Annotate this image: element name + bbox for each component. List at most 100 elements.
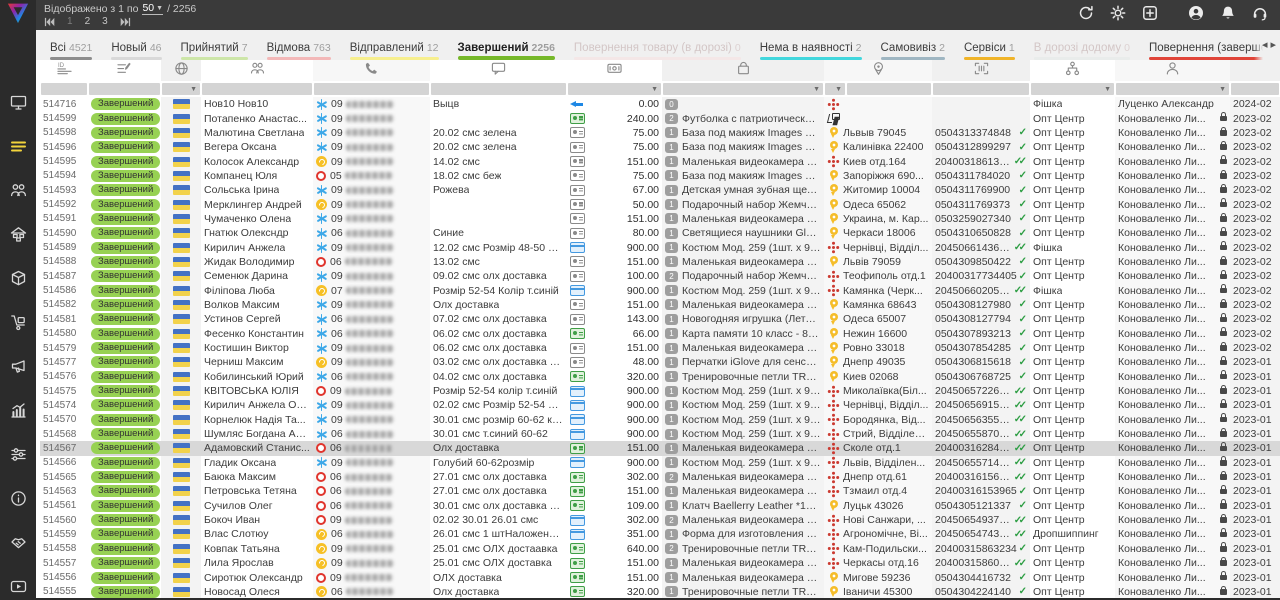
user-avatar-button[interactable] xyxy=(1188,5,1204,26)
table-row[interactable]: 514599ЗавершенийПотапенко Анастас...0924… xyxy=(40,111,1280,125)
tab-новый[interactable]: Новый46 xyxy=(103,40,169,60)
table-row[interactable]: 514568ЗавершенийШумляс Богдана Ан...0630… xyxy=(40,427,1280,441)
table-row[interactable]: 514563ЗавершенийПетровська Тетяна0627.01… xyxy=(40,484,1280,498)
table-row[interactable]: 514598ЗавершенийМалютина Светлана0920.02… xyxy=(40,126,1280,140)
video-tutorials-nav-item[interactable] xyxy=(6,580,30,598)
column-header-phone[interactable] xyxy=(313,60,430,81)
filter-input-date[interactable] xyxy=(1231,83,1279,95)
column-header-status[interactable] xyxy=(88,60,161,81)
bell-button[interactable] xyxy=(1220,5,1236,26)
table-row[interactable]: 514580ЗавершенийФесенко Константин0606.0… xyxy=(40,327,1280,341)
column-header-ttn[interactable] xyxy=(932,60,1030,81)
first-page-button[interactable] xyxy=(44,17,55,27)
table-row[interactable]: 514556ЗавершенийСиротюк Олександр09ОЛХ д… xyxy=(40,570,1280,584)
table-row[interactable]: 514591ЗавершенийЧумаченко Олена09151.001… xyxy=(40,212,1280,226)
table-row[interactable]: 514577ЗавершенийЧерниш Максим0903.02 смс… xyxy=(40,355,1280,369)
filter-input-comment[interactable] xyxy=(431,83,566,95)
table-row[interactable]: 514559ЗавершенийВлас Слотюу0626.01 смс 1… xyxy=(40,527,1280,541)
orders-list-nav-item[interactable] xyxy=(6,140,30,158)
filter-input-id[interactable] xyxy=(41,83,87,95)
column-header-client[interactable] xyxy=(201,60,313,81)
gear-button[interactable] xyxy=(1110,5,1126,26)
filter-input-src[interactable]: ▼ xyxy=(1031,83,1114,95)
column-header-mgr[interactable] xyxy=(1115,60,1230,81)
scroll-right-icon[interactable]: ▸ xyxy=(1270,40,1276,51)
last-page-button[interactable] xyxy=(120,17,131,27)
company-structure-nav-item[interactable] xyxy=(6,228,30,246)
tab-відмова[interactable]: Відмова763 xyxy=(259,40,339,60)
filter-input-pay[interactable]: ▼ xyxy=(568,83,661,95)
add-square-button[interactable] xyxy=(1142,5,1158,26)
filter-input-mgr[interactable]: ▼ xyxy=(1116,83,1229,95)
filter-input-client[interactable] xyxy=(202,83,312,95)
table-row[interactable]: 514555ЗавершенийНовосад Олеся06Олх доста… xyxy=(40,585,1280,598)
settings-sliders-nav-item[interactable] xyxy=(6,448,30,466)
filter-input-status[interactable] xyxy=(89,83,160,95)
tab-всі[interactable]: Всі4521 xyxy=(42,40,100,60)
filter-input-ttn[interactable] xyxy=(933,83,1029,95)
tab-самовивіз[interactable]: Самовивіз2 xyxy=(873,40,953,60)
table-row[interactable]: 514588ЗавершенийЖидак Володимир0613.02 с… xyxy=(40,255,1280,269)
table-row[interactable]: 514575ЗавершенийКВІТОВСЬКА ЮЛІЯ09Розмір … xyxy=(40,384,1280,398)
table-row[interactable]: 514560ЗавершенийБокоч Иван0902.02 30.01 … xyxy=(40,513,1280,527)
page-number[interactable]: 2 xyxy=(85,16,91,27)
support-headset-button[interactable] xyxy=(1252,5,1268,26)
page-number[interactable]: 3 xyxy=(102,16,108,27)
clients-people-nav-item[interactable] xyxy=(6,184,30,202)
table-row[interactable]: 514582ЗавершенийВолков Максим09Олх доста… xyxy=(40,298,1280,312)
table-row[interactable]: 514566ЗавершенийГладик Оксана09Голубий 6… xyxy=(40,456,1280,470)
tab-прийнятий[interactable]: Прийнятий7 xyxy=(173,40,256,60)
table-row[interactable]: 514596ЗавершенийВегера Оксана0920.02 смс… xyxy=(40,140,1280,154)
page-size-dropdown[interactable]: 50▼ xyxy=(142,2,163,15)
table-row[interactable]: 514567ЗавершенийАдамовский Станис...06Ол… xyxy=(40,441,1280,455)
refresh-button[interactable] xyxy=(1078,5,1094,26)
partners-handshake-nav-item[interactable] xyxy=(6,536,30,554)
column-header-country[interactable] xyxy=(161,60,201,81)
column-header-prod[interactable] xyxy=(662,60,824,81)
tab-завершений[interactable]: Завершений2256 xyxy=(450,40,563,60)
table-row[interactable]: 514576ЗавершенийКобилинський Юрий0604.02… xyxy=(40,370,1280,384)
table-row[interactable]: 514592ЗавершенийМерклингер Андрей0950.00… xyxy=(40,197,1280,211)
dashboard-monitor-nav-item[interactable] xyxy=(6,96,30,114)
table-row[interactable]: 514579ЗавершенийКостишин Виктор0906.02 с… xyxy=(40,341,1280,355)
tab-повернення-товару-в-дорозі-[interactable]: Повернення товару (в дорозі)0 xyxy=(566,40,749,60)
filter-input-phone[interactable] xyxy=(314,83,429,95)
filter-input-country[interactable]: ▼ xyxy=(162,83,200,95)
column-header-src[interactable] xyxy=(1030,60,1115,81)
column-header-del[interactable] xyxy=(824,60,932,81)
column-header-id[interactable]: ID xyxy=(40,60,88,81)
table-row[interactable]: 514557ЗавершенийЛила Ярослав0925.01 смс … xyxy=(40,556,1280,570)
table-row[interactable]: 514565ЗавершенийБаюка Максим0627.01 смс … xyxy=(40,470,1280,484)
table-row[interactable]: 514558ЗавершенийКовпак Татьяна0925.01 см… xyxy=(40,542,1280,556)
table-row[interactable]: 514587ЗавершенийСеменюк Дарина0909.02 см… xyxy=(40,269,1280,283)
tab-відправлений[interactable]: Відправлений12 xyxy=(342,40,447,60)
app-logo[interactable] xyxy=(0,0,36,26)
column-header-comment[interactable] xyxy=(430,60,567,81)
table-row[interactable]: 514570ЗавершенийКорнелюк Надія Та...0930… xyxy=(40,413,1280,427)
column-header-pay[interactable] xyxy=(567,60,662,81)
table-row[interactable]: 514593ЗавершенийСольська Ірина09Рожева67… xyxy=(40,183,1280,197)
column-header-date[interactable] xyxy=(1230,60,1280,81)
table-row[interactable]: 514595ЗавершенийКолосок Александр0914.02… xyxy=(40,154,1280,168)
statistics-chart-nav-item[interactable] xyxy=(6,404,30,422)
products-box-nav-item[interactable] xyxy=(6,272,30,290)
filter-input-del-type[interactable]: ▼ xyxy=(825,83,845,95)
dropshipping-cart-nav-item[interactable] xyxy=(6,316,30,334)
table-row[interactable]: 514561ЗавершенийСучилов Олег0630.01 смс … xyxy=(40,499,1280,513)
table-row[interactable]: 514594ЗавершенийКомпанец Юля0518.02 смс … xyxy=(40,169,1280,183)
table-row[interactable]: 514590ЗавершенийГнатюк Олексндр06Синие80… xyxy=(40,226,1280,240)
table-row[interactable]: 514716ЗавершенийНов10 Нов1009Выцв0.000Фі… xyxy=(40,97,1280,111)
scroll-left-icon[interactable]: ◂ xyxy=(1262,40,1268,51)
table-row[interactable]: 514586ЗавершенийФіліпова Люба07Розмір 52… xyxy=(40,283,1280,297)
filter-input-del[interactable] xyxy=(847,83,931,95)
page-number[interactable]: 1 xyxy=(67,16,73,27)
info-nav-item[interactable] xyxy=(6,492,30,510)
table-row[interactable]: 514581ЗавершенийУстинов Сергей0607.02 см… xyxy=(40,312,1280,326)
filter-input-prod[interactable]: ▼ xyxy=(663,83,823,95)
tab-в-дорозі-додому[interactable]: В дорозі додому0 xyxy=(1026,40,1138,60)
marketing-megaphone-nav-item[interactable] xyxy=(6,360,30,378)
table-row[interactable]: 514589ЗавершенийКирилич Анжела0912.02 см… xyxy=(40,240,1280,254)
tab-нема-в-наявності[interactable]: Нема в наявності2 xyxy=(752,40,870,60)
tab-сервіси[interactable]: Сервіси1 xyxy=(956,40,1023,60)
table-row[interactable]: 514574ЗавершенийКирилич Анжела Ол...0902… xyxy=(40,398,1280,412)
